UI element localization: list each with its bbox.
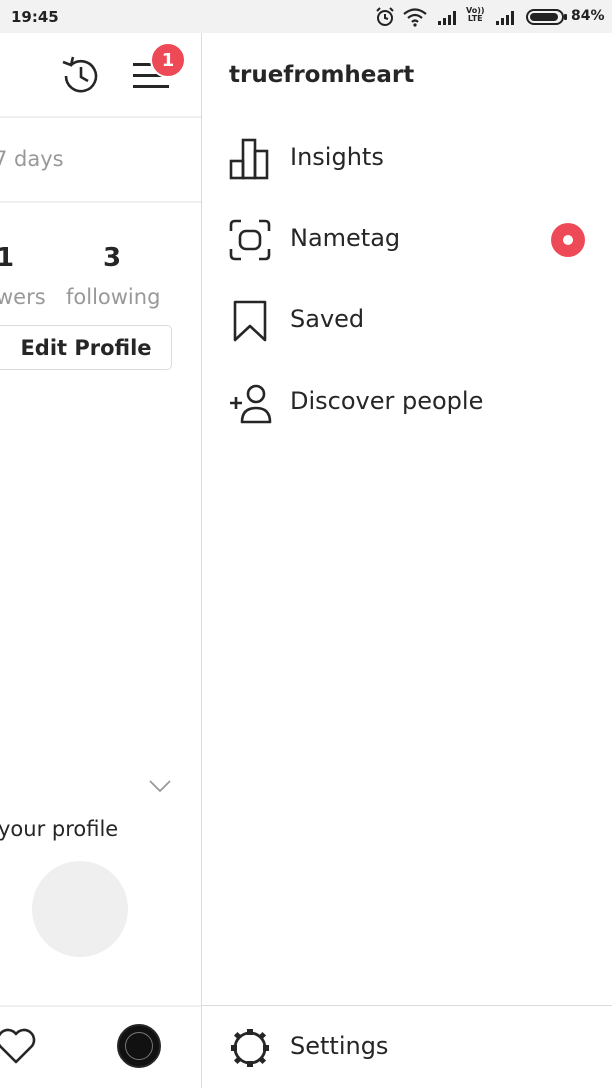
- volte-indicator: Vo)) LTE: [466, 7, 485, 23]
- activity-period-text: 7 days: [0, 147, 64, 171]
- menu-item-label: Insights: [290, 143, 384, 171]
- profile-background-panel: 7 days 1 wers 3 following Edit Profile y…: [0, 33, 201, 1088]
- side-drawer: truefromheart Insights Nametag Saved Dis…: [201, 33, 612, 1088]
- nametag-icon: [229, 219, 271, 261]
- status-bar: 19:45 Vo)) LTE 84%: [0, 0, 612, 33]
- menu-item-nametag[interactable]: Nametag: [202, 204, 612, 276]
- profile-step-circle[interactable]: [32, 861, 128, 957]
- signal-icon: [496, 11, 514, 25]
- drawer-username: truefromheart: [229, 62, 415, 88]
- profile-avatar[interactable]: [117, 1024, 161, 1068]
- wifi-icon: [403, 8, 427, 27]
- battery-icon: [526, 9, 567, 25]
- insights-bar-chart-icon: [229, 138, 269, 180]
- menu-item-settings[interactable]: Settings: [202, 1012, 612, 1084]
- add-person-icon: [230, 384, 272, 424]
- menu-item-label: Discover people: [290, 387, 484, 415]
- battery-percent: 84%: [571, 8, 605, 24]
- history-icon[interactable]: [58, 53, 104, 99]
- menu-item-saved[interactable]: Saved: [202, 285, 612, 357]
- alarm-icon: [376, 7, 394, 26]
- following-label[interactable]: following: [66, 285, 160, 309]
- avatar-image: [125, 1032, 153, 1060]
- followers-count[interactable]: 1: [0, 243, 14, 273]
- bookmark-icon: [233, 300, 267, 342]
- lte-label: LTE: [467, 14, 483, 23]
- notification-dot: [551, 223, 585, 257]
- menu-item-label: Settings: [290, 1032, 389, 1060]
- status-time: 19:45: [11, 8, 59, 26]
- following-count[interactable]: 3: [103, 243, 121, 273]
- followers-label[interactable]: wers: [0, 285, 46, 309]
- divider: [0, 201, 201, 203]
- menu-item-label: Nametag: [290, 224, 401, 252]
- menu-item-label: Saved: [290, 305, 365, 333]
- bottom-nav-divider: [0, 1005, 201, 1007]
- drawer-divider: [202, 1005, 612, 1006]
- signal-icon: [438, 11, 456, 25]
- settings-gear-icon: [231, 1029, 269, 1067]
- chevron-down-icon[interactable]: [148, 778, 172, 794]
- edit-profile-button[interactable]: Edit Profile: [0, 325, 172, 370]
- heart-icon[interactable]: [0, 1026, 38, 1066]
- menu-item-insights[interactable]: Insights: [202, 123, 612, 195]
- notification-badge: 1: [150, 42, 186, 78]
- complete-profile-text: your profile: [0, 817, 119, 841]
- menu-item-discover-people[interactable]: Discover people: [202, 367, 612, 439]
